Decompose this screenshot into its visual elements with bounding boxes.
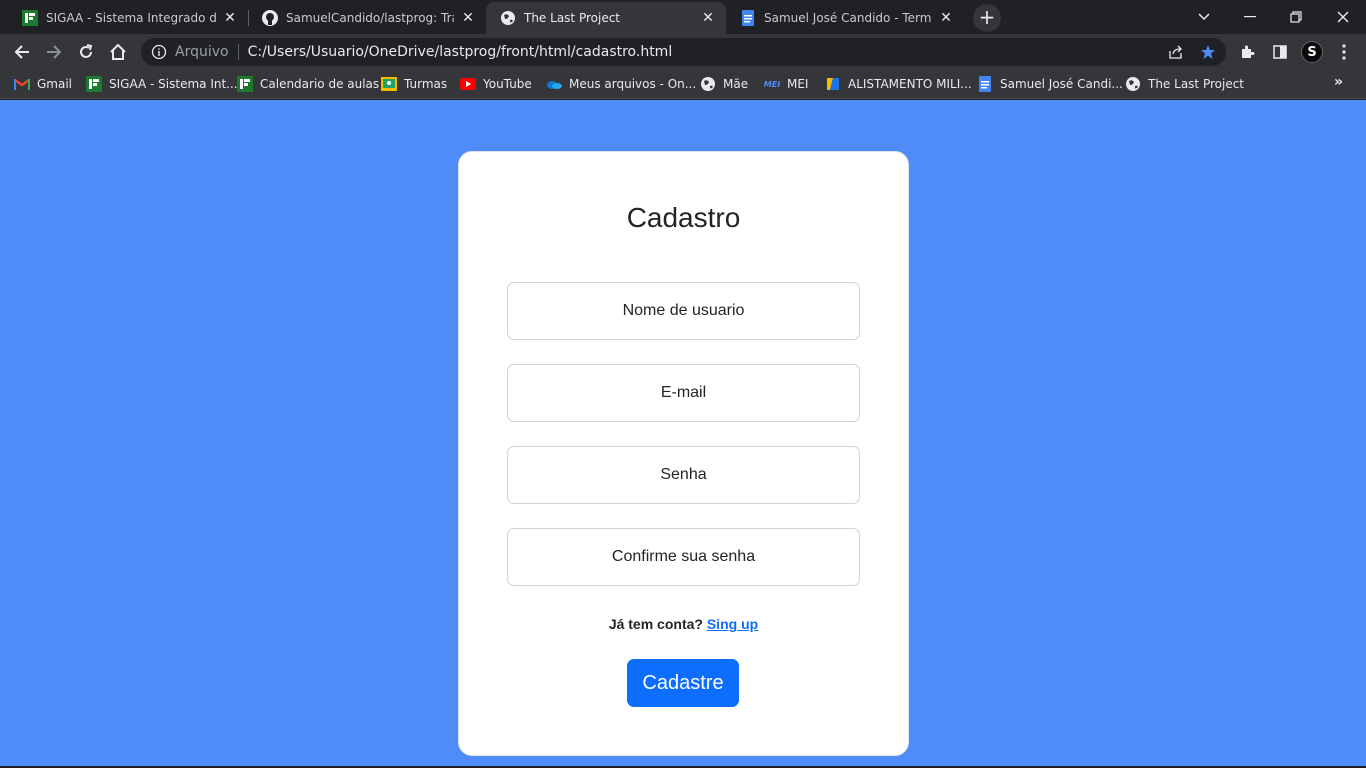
bookmark-mei[interactable]: MEI MEI [763, 76, 809, 92]
bookmark-onedrive[interactable]: Meus arquivos - On... [546, 76, 696, 92]
tab-title: The Last Project [524, 11, 620, 25]
bookmark-label: Turmas [404, 77, 448, 91]
alistamento-icon [825, 76, 841, 92]
bookmark-label: Calendario de aulas [260, 77, 380, 91]
signup-link[interactable]: Sing up [707, 616, 758, 632]
bookmark-sigaa[interactable]: SIGAA - Sistema Int... [86, 76, 238, 92]
new-tab-button[interactable]: + [973, 4, 1001, 32]
divider [237, 44, 239, 60]
url-text[interactable]: C:/Users/Usuario/OneDrive/lastprog/front… [248, 44, 673, 60]
close-window-button[interactable] [1320, 0, 1366, 34]
side-panel-icon[interactable] [1266, 38, 1294, 66]
tab-sigaa[interactable]: SIGAA - Sistema Integrado de Ge ✕ [8, 2, 248, 34]
bookmark-turmas[interactable]: Turmas [381, 76, 447, 92]
bookmark-gmail[interactable]: Gmail [14, 76, 72, 92]
signin-hint: Já tem conta? Sing up [459, 616, 908, 632]
username-input[interactable]: Nome de usuario [507, 282, 860, 340]
tab-search-icon[interactable] [1181, 0, 1227, 34]
globe-icon [500, 10, 516, 26]
bookmark-the-last-project[interactable]: The Last Project [1125, 76, 1244, 92]
password-input[interactable]: Senha [507, 446, 860, 504]
address-bar[interactable]: Arquivo C:/Users/Usuario/OneDrive/lastpr… [141, 38, 1226, 66]
close-icon[interactable]: ✕ [938, 10, 954, 26]
home-button[interactable] [104, 38, 132, 66]
bookmark-star-icon[interactable] [1200, 44, 1216, 60]
form-title: Cadastro [626, 202, 741, 233]
bookmark-label: Gmail [37, 77, 73, 91]
info-icon[interactable] [151, 44, 167, 60]
more-bookmarks-icon[interactable]: » [1334, 74, 1343, 90]
mei-icon: MEI [763, 79, 781, 89]
bookmark-label: MEI [787, 77, 809, 91]
tab-docs[interactable]: Samuel José Candido - Termos G ✕ [726, 2, 964, 34]
menu-icon[interactable] [1330, 38, 1358, 66]
globe-icon [700, 76, 716, 92]
scheme-label: Arquivo [175, 44, 229, 60]
reload-button[interactable] [72, 38, 100, 66]
tab-strip: SIGAA - Sistema Integrado de Ge ✕ Samuel… [0, 0, 1366, 34]
docs-icon [977, 76, 993, 92]
minimize-button[interactable] [1227, 0, 1273, 34]
bookmark-calendario[interactable]: Calendario de aulas [237, 76, 379, 92]
back-button[interactable] [8, 38, 36, 66]
close-icon[interactable]: ✕ [222, 10, 238, 26]
sigaa-icon [22, 10, 38, 26]
bookmark-label: ALISTAMENTO MILI... [848, 77, 972, 91]
onedrive-icon [546, 76, 562, 92]
extensions-icon[interactable] [1234, 38, 1262, 66]
bookmark-label: SIGAA - Sistema Int... [109, 77, 238, 91]
page-content: Cadastro Nome de usuario E-mail Senha Co… [0, 100, 1366, 766]
profile-avatar[interactable]: S [1301, 41, 1323, 63]
docs-icon [740, 10, 756, 26]
email-input[interactable]: E-mail [507, 364, 860, 422]
bookmark-label: Samuel José Candi... [1000, 77, 1123, 91]
close-icon[interactable]: ✕ [700, 10, 716, 26]
bookmark-mae[interactable]: Mãe [700, 76, 748, 92]
bookmark-alistamento[interactable]: ALISTAMENTO MILI... [825, 76, 972, 92]
youtube-icon [460, 76, 476, 92]
tab-title: SamuelCandido/lastprog: Traball [286, 11, 454, 25]
restore-button[interactable] [1273, 0, 1319, 34]
tab-title: SIGAA - Sistema Integrado de Ge [46, 11, 216, 25]
bookmark-label: YouTube [483, 77, 532, 91]
bookmark-label: The Last Project [1148, 77, 1244, 91]
confirm-password-input[interactable]: Confirme sua senha [507, 528, 860, 586]
close-icon[interactable]: ✕ [460, 10, 476, 26]
hint-text: Já tem conta? [608, 616, 703, 632]
gmail-icon [14, 76, 30, 92]
forward-button[interactable] [40, 38, 68, 66]
globe-icon [1125, 76, 1141, 92]
share-icon[interactable] [1168, 44, 1184, 60]
sigaa-icon [86, 76, 102, 92]
bookmark-docs[interactable]: Samuel José Candi... [977, 76, 1123, 92]
classroom-icon [381, 76, 397, 92]
sigaa-icon [237, 76, 253, 92]
tab-github[interactable]: SamuelCandido/lastprog: Traball ✕ [248, 2, 486, 34]
submit-button[interactable]: Cadastre [627, 659, 739, 707]
bookmark-youtube[interactable]: YouTube [460, 76, 532, 92]
tab-the-last-project[interactable]: The Last Project ✕ [486, 2, 726, 34]
tab-title: Samuel José Candido - Termos G [764, 11, 932, 25]
signup-card: Cadastro Nome de usuario E-mail Senha Co… [458, 151, 909, 756]
bookmark-label: Meus arquivos - On... [569, 77, 697, 91]
bookmark-label: Mãe [723, 77, 749, 91]
github-icon [262, 10, 278, 26]
